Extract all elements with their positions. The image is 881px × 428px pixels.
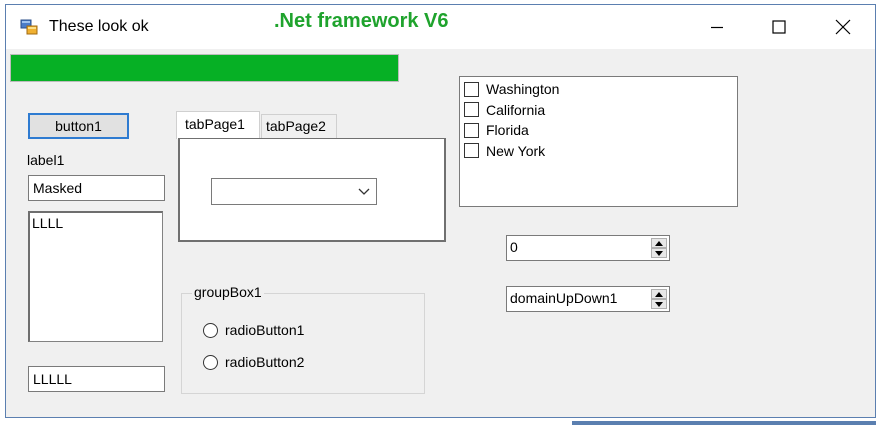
chevron-down-icon bbox=[358, 188, 370, 195]
window-title: These look ok bbox=[49, 18, 149, 35]
radio-button-label: radioButton1 bbox=[225, 322, 305, 338]
caret-down-icon bbox=[655, 301, 663, 307]
window-edge-line bbox=[572, 421, 876, 425]
check-item-new-york[interactable]: New York bbox=[460, 141, 737, 162]
spin-down-button[interactable] bbox=[651, 248, 667, 258]
list-item[interactable]: LLLL bbox=[32, 215, 160, 231]
bottom-textbox[interactable]: LLLLL bbox=[28, 366, 165, 392]
spin-down-button[interactable] bbox=[651, 299, 667, 309]
maximize-button[interactable] bbox=[748, 5, 810, 49]
check-item-california[interactable]: California bbox=[460, 100, 737, 121]
tab-page1[interactable]: tabPage1 bbox=[176, 111, 260, 139]
radio-button-1[interactable]: radioButton1 bbox=[203, 322, 304, 338]
radio-button-2[interactable]: radioButton2 bbox=[203, 354, 304, 370]
checkbox-icon bbox=[464, 81, 479, 97]
checkbox-icon bbox=[464, 102, 479, 118]
checkbox-icon bbox=[464, 122, 479, 138]
progress-fill bbox=[11, 55, 398, 81]
close-button[interactable] bbox=[812, 5, 874, 49]
title-bar: These look ok .Net framework V6 bbox=[6, 5, 875, 49]
check-item-label: Washington bbox=[486, 81, 560, 98]
numeric-updown-value: 0 bbox=[510, 239, 518, 255]
caret-up-icon bbox=[655, 291, 663, 297]
close-icon bbox=[835, 19, 851, 35]
check-item-label: New York bbox=[486, 142, 546, 159]
label1: label1 bbox=[27, 152, 65, 168]
domain-updown-value: domainUpDown1 bbox=[510, 290, 618, 306]
spin-up-button[interactable] bbox=[651, 289, 667, 299]
checkbox-icon bbox=[464, 143, 479, 159]
spin-up-button[interactable] bbox=[651, 238, 667, 248]
caret-up-icon bbox=[655, 240, 663, 246]
radio-circle-icon bbox=[203, 354, 218, 370]
tab-panel bbox=[178, 138, 446, 242]
progress-bar bbox=[10, 54, 399, 82]
tab-page2[interactable]: tabPage2 bbox=[261, 114, 337, 138]
check-item-washington[interactable]: Washington bbox=[460, 79, 737, 100]
groupbox: groupBox1 radioButton1 radioButton2 bbox=[181, 284, 425, 394]
numeric-updown[interactable]: 0 bbox=[506, 235, 670, 261]
check-item-label: California bbox=[486, 101, 546, 118]
checked-listbox[interactable]: Washington California Florida New York bbox=[459, 76, 738, 207]
radio-circle-icon bbox=[203, 322, 218, 338]
groupbox-label: groupBox1 bbox=[192, 284, 264, 300]
framework-overlay-text: .Net framework V6 bbox=[274, 10, 449, 32]
check-item-label: Florida bbox=[486, 122, 529, 139]
app-icon bbox=[20, 18, 38, 36]
app-window: These look ok .Net framework V6 button1 … bbox=[5, 4, 876, 418]
domain-updown[interactable]: domainUpDown1 bbox=[506, 286, 670, 312]
combobox[interactable] bbox=[211, 178, 377, 205]
button1[interactable]: button1 bbox=[28, 113, 129, 139]
caret-down-icon bbox=[655, 250, 663, 256]
check-item-florida[interactable]: Florida bbox=[460, 120, 737, 141]
masked-textbox[interactable]: Masked bbox=[28, 175, 165, 201]
minimize-icon bbox=[711, 26, 723, 29]
radio-button-label: radioButton2 bbox=[225, 354, 305, 370]
minimize-button[interactable] bbox=[686, 5, 748, 49]
listbox[interactable]: LLLL bbox=[28, 211, 163, 342]
maximize-icon bbox=[772, 20, 786, 34]
